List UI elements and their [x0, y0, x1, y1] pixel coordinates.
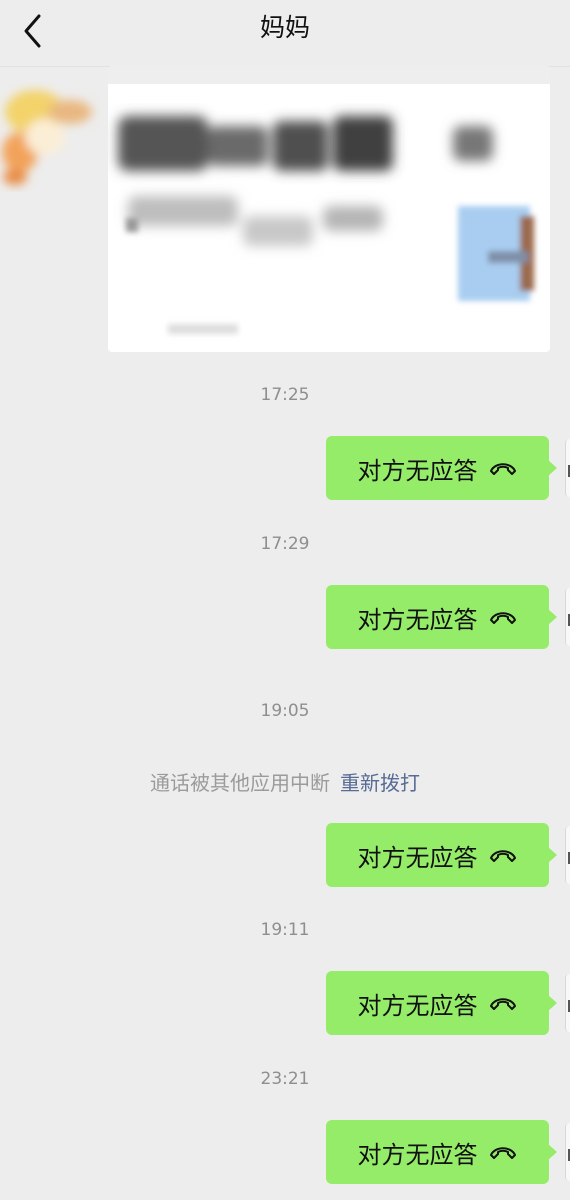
phone-hangup-icon [489, 1147, 516, 1159]
timestamp: 23:21 [260, 1069, 310, 1089]
call-record-bubble[interactable]: 对方无应答 [326, 971, 557, 1035]
timestamp: 19:05 [260, 701, 310, 721]
call-record-bubble[interactable]: 对方无应答 [326, 585, 557, 649]
my-avatar[interactable] [565, 974, 570, 1032]
call-record-bubble[interactable]: 对方无应答 [326, 823, 557, 887]
call-status-text: 对方无应答 [357, 1140, 478, 1169]
call-status-text: 对方无应答 [357, 456, 478, 485]
system-notice-text: 通话被其他应用中断 [150, 771, 330, 795]
call-record-bubble[interactable]: 对方无应答 [326, 1120, 557, 1184]
chat-header: 妈妈 [0, 0, 570, 67]
timestamp: 17:29 [260, 534, 310, 554]
phone-hangup-icon [489, 998, 516, 1010]
call-status-text: 对方无应答 [357, 991, 478, 1020]
contact-avatar[interactable] [0, 82, 110, 192]
my-avatar[interactable] [565, 826, 570, 884]
phone-hangup-icon [489, 612, 516, 624]
timestamp: 19:11 [260, 920, 310, 940]
my-avatar[interactable] [565, 1123, 570, 1181]
redial-link[interactable]: 重新拨打 [340, 771, 420, 795]
phone-hangup-icon [489, 463, 516, 475]
call-status-text: 对方无应答 [357, 605, 478, 634]
image-message[interactable] [108, 66, 550, 352]
timestamp: 17:25 [260, 385, 310, 405]
my-avatar[interactable] [565, 439, 570, 497]
chat-title: 妈妈 [259, 13, 310, 42]
my-avatar[interactable] [565, 588, 570, 646]
call-status-text: 对方无应答 [357, 843, 478, 872]
call-record-bubble[interactable]: 对方无应答 [326, 436, 557, 500]
system-notice: 通话被其他应用中断 重新拨打 [0, 770, 570, 796]
phone-hangup-icon [489, 850, 516, 862]
